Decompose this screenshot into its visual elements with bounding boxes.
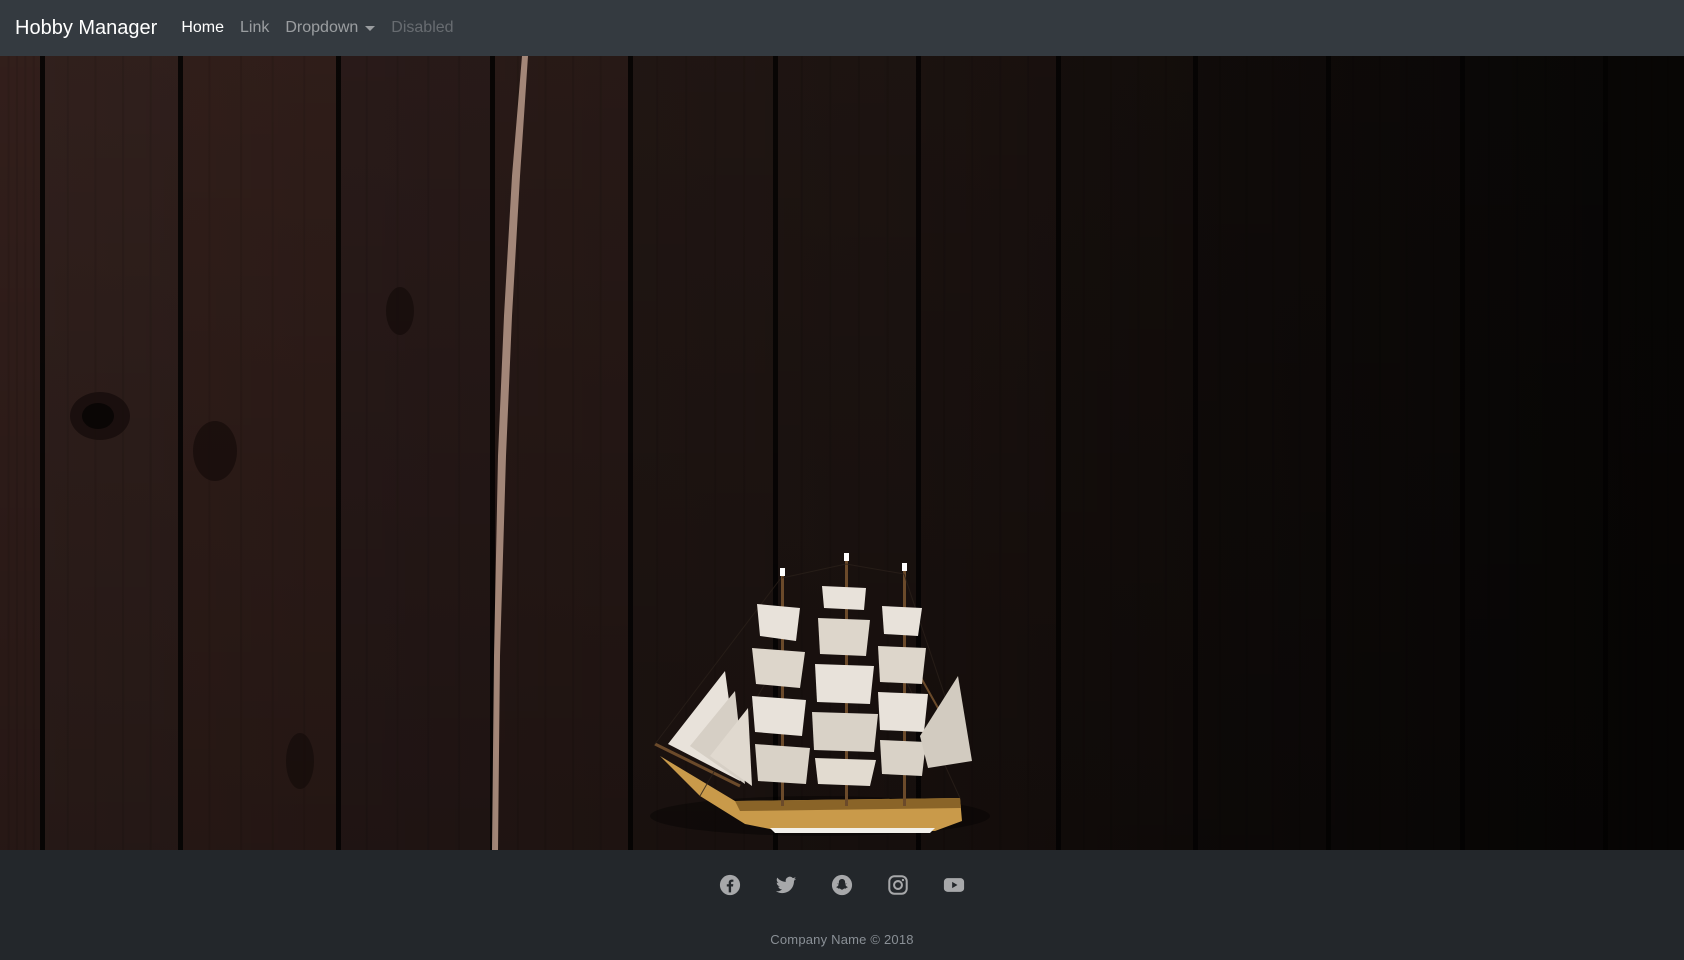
caret-down-icon: [365, 25, 376, 31]
nav-link-disabled: Disabled: [391, 19, 454, 36]
nav-dropdown[interactable]: Dropdown: [285, 19, 376, 37]
copyright-text: Company Name © 2018: [770, 932, 914, 947]
footer: Company Name © 2018: [0, 850, 1684, 960]
nav-dropdown-label: Dropdown: [285, 19, 359, 36]
nav-link-home[interactable]: Home: [181, 19, 224, 37]
nav-link-link[interactable]: Link: [240, 19, 269, 37]
facebook-icon[interactable]: [719, 874, 741, 896]
social-links: [0, 874, 1684, 896]
top-navbar: Hobby Manager Home Link Dropdown Disable…: [0, 0, 1684, 56]
snapchat-icon[interactable]: [831, 874, 853, 896]
hero-image: [0, 56, 1684, 850]
youtube-icon[interactable]: [943, 874, 965, 896]
twitter-icon[interactable]: [775, 874, 797, 896]
brand-link[interactable]: Hobby Manager: [15, 17, 157, 40]
instagram-icon[interactable]: [887, 874, 909, 896]
